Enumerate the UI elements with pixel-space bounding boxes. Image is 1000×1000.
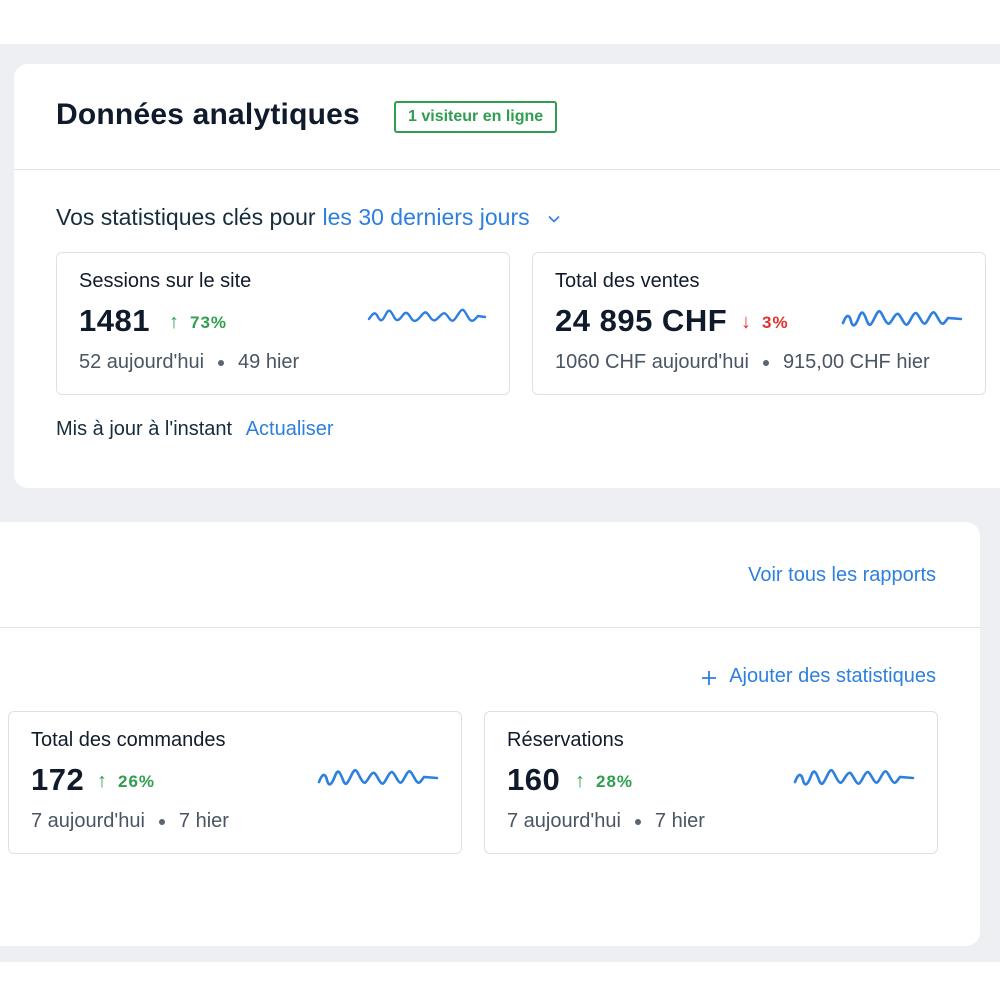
separator-dot <box>762 359 769 366</box>
card-today: 52 aujourd'hui <box>79 351 205 373</box>
card-value: 160 <box>507 762 561 797</box>
chevron-down-icon[interactable] <box>548 210 560 226</box>
online-visitors-badge: 1 visiteur en ligne <box>394 101 558 133</box>
card-comparison: 7 aujourd'hui 7 hier <box>507 810 705 833</box>
reports-divider <box>0 627 980 628</box>
separator-dot <box>218 359 225 366</box>
card-change-value: 26% <box>118 771 156 791</box>
key-stats-heading: Vos statistiques clés pour les 30 dernie… <box>56 204 560 231</box>
card-yesterday: 915,00 CHF hier <box>782 351 930 373</box>
arrow-down-icon: ↓ <box>741 311 752 333</box>
header-divider <box>14 169 1000 170</box>
card-change-value: 28% <box>596 771 634 791</box>
card-comparison: 52 aujourd'hui 49 hier <box>79 351 299 374</box>
card-today: 7 aujourd'hui <box>507 810 621 832</box>
arrow-up-icon: ↑ <box>97 770 108 792</box>
arrow-up-icon: ↑ <box>575 770 586 792</box>
add-statistics-button[interactable]: Ajouter des statistiques <box>701 665 936 688</box>
card-yesterday: 7 hier <box>178 810 229 832</box>
refresh-link[interactable]: Actualiser <box>246 418 334 440</box>
separator-dot <box>634 818 641 825</box>
last-updated: Mis à jour à l'instant Actualiser <box>56 418 334 441</box>
card-change: ↑ 26% <box>97 770 155 793</box>
arrow-up-icon: ↑ <box>169 311 180 333</box>
card-value: 172 <box>31 762 85 797</box>
card-change: ↑ 28% <box>575 770 633 793</box>
analytics-panel: Données analytiques 1 visiteur en ligne … <box>14 64 1000 488</box>
card-change-value: 3% <box>762 312 789 332</box>
period-selector[interactable]: les 30 derniers jours <box>323 204 530 231</box>
card-yesterday: 7 hier <box>654 810 705 832</box>
card-value: 24 895 CHF <box>555 303 728 338</box>
card-title: Réservations <box>507 729 624 751</box>
card-title: Total des commandes <box>31 729 226 751</box>
card-comparison: 1060 CHF aujourd'hui 915,00 CHF hier <box>555 351 930 374</box>
card-today: 1060 CHF aujourd'hui <box>555 351 749 373</box>
stat-card-orders[interactable]: Total des commandes 172 ↑ 26% 7 aujourd'… <box>8 711 462 854</box>
card-comparison: 7 aujourd'hui 7 hier <box>31 810 229 833</box>
sparkline-chart <box>793 768 915 786</box>
card-today: 7 aujourd'hui <box>31 810 145 832</box>
card-value: 1481 <box>79 303 150 338</box>
plus-icon <box>701 667 717 687</box>
sparkline-chart <box>317 768 439 786</box>
card-yesterday: 49 hier <box>238 351 300 373</box>
page-title: Données analytiques <box>56 98 360 131</box>
card-title: Total des ventes <box>555 270 700 292</box>
sparkline-chart <box>367 308 487 323</box>
stat-card-sessions[interactable]: Sessions sur le site 1481 ↑ 73% 52 aujou… <box>56 252 510 395</box>
card-change-value: 73% <box>190 312 228 332</box>
add-statistics-label: Ajouter des statistiques <box>729 665 936 687</box>
stat-card-sales[interactable]: Total des ventes 24 895 CHF ↓ 3% 1060 CH… <box>532 252 986 395</box>
card-change: ↑ 73% <box>169 311 227 334</box>
reports-panel: Voir tous les rapports Ajouter des stati… <box>0 522 980 946</box>
card-title: Sessions sur le site <box>79 270 252 292</box>
last-updated-text: Mis à jour à l'instant <box>56 418 233 440</box>
view-all-reports-link[interactable]: Voir tous les rapports <box>748 564 936 587</box>
key-stats-prefix: Vos statistiques clés pour <box>56 204 316 230</box>
stat-card-reservations[interactable]: Réservations 160 ↑ 28% 7 aujourd'hui 7 h… <box>484 711 938 854</box>
sparkline-chart <box>841 309 963 327</box>
separator-dot <box>158 818 165 825</box>
card-change: ↓ 3% <box>741 311 789 334</box>
